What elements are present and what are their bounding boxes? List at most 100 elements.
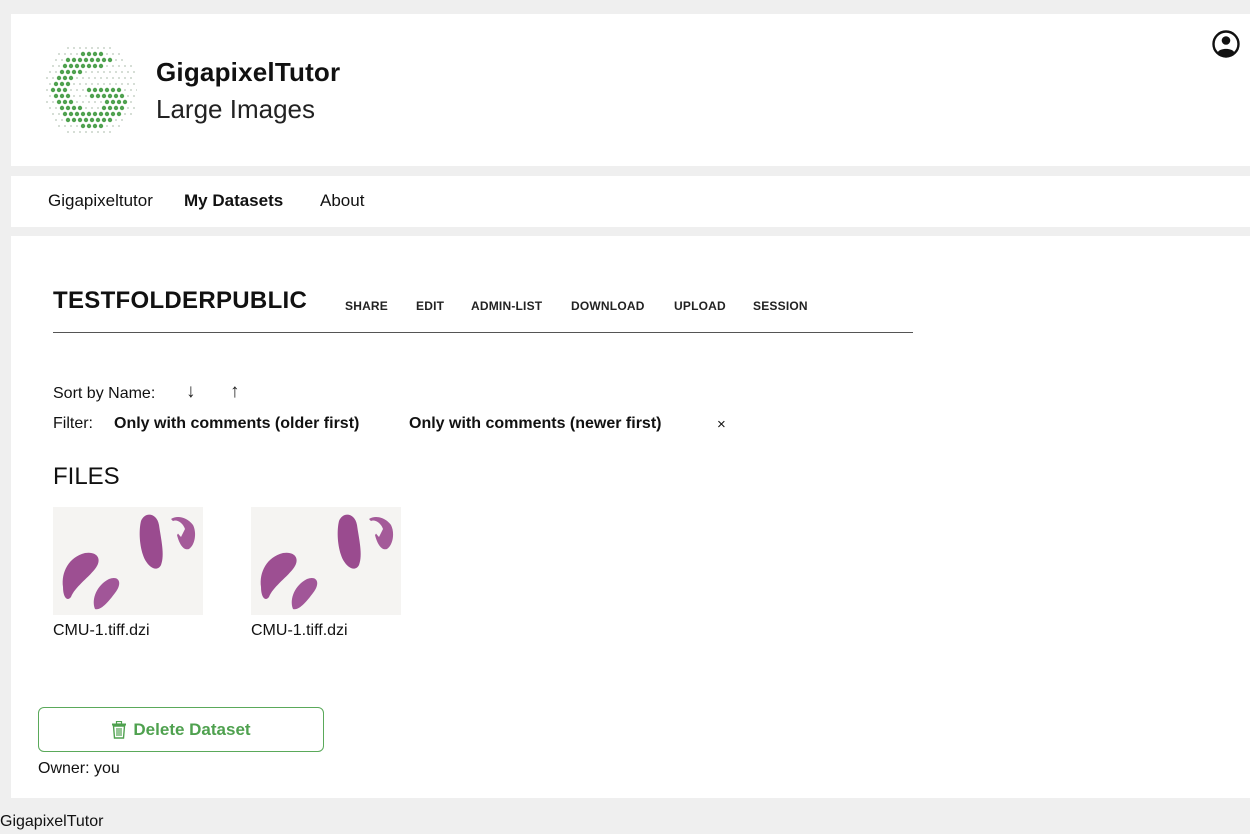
brand-subtitle: Large Images (156, 94, 315, 124)
file-name[interactable]: CMU-1.tiff.dzi (53, 622, 150, 640)
gigapixel-logo-icon (46, 47, 137, 133)
logo-dot (83, 117, 89, 123)
site-header: GigapixelTutor Large Images (11, 14, 1250, 166)
logo-dot (73, 83, 75, 85)
logo-dot (118, 53, 120, 55)
logo-dot (124, 65, 126, 67)
logo-dot (121, 59, 123, 61)
logo-dot (80, 51, 86, 57)
logo-dot (91, 107, 93, 109)
logo-dot (65, 105, 71, 111)
logo-dot (88, 77, 90, 79)
logo-dot (74, 63, 80, 69)
clear-filter-icon[interactable]: × (717, 416, 726, 433)
logo-dot (62, 63, 68, 69)
logo-dot (103, 47, 105, 49)
logo-dot (133, 71, 135, 73)
logo-dot (110, 111, 116, 117)
main-nav: Gigapixeltutor My Datasets About (11, 176, 1250, 227)
logo-dot (121, 71, 123, 73)
filter-older-first[interactable]: Only with comments (older first) (114, 415, 359, 433)
logo-dot (107, 93, 113, 99)
logo-dot (76, 125, 78, 127)
logo-dot (71, 69, 77, 75)
filter-newer-first[interactable]: Only with comments (newer first) (409, 415, 661, 433)
logo-dot (56, 75, 62, 81)
filter-label: Filter: (53, 415, 93, 432)
nav-item-about[interactable]: About (320, 191, 364, 211)
logo-dot (98, 111, 104, 117)
logo-dot (107, 57, 113, 63)
account-circle-icon[interactable] (1211, 29, 1241, 59)
share-action[interactable]: SHARE (345, 299, 388, 313)
logo-dot (71, 117, 77, 123)
logo-dot (70, 125, 72, 127)
logo-dot (76, 101, 78, 103)
logo-dot (97, 131, 99, 133)
logo-dot (71, 105, 77, 111)
logo-dot (104, 99, 110, 105)
logo-dot (91, 131, 93, 133)
logo-dot (82, 77, 84, 79)
logo-dot (89, 93, 95, 99)
admin-list-action[interactable]: ADMIN-LIST (471, 299, 542, 313)
logo-dot (53, 93, 59, 99)
logo-dot (67, 131, 69, 133)
logo-dot (85, 83, 87, 85)
nav-item-my-datasets[interactable]: My Datasets (184, 191, 283, 211)
logo-dot (112, 65, 114, 67)
session-action[interactable]: SESSION (753, 299, 808, 313)
logo-dot (121, 83, 123, 85)
brand-title: GigapixelTutor (156, 57, 341, 87)
logo-dot (58, 113, 60, 115)
logo-dot (68, 111, 74, 117)
logo-dot (98, 123, 104, 129)
logo-dot (100, 101, 102, 103)
logo-dot (107, 117, 113, 123)
logo-dot (64, 125, 66, 127)
logo-dot (52, 113, 54, 115)
logo-dot (112, 77, 114, 79)
owner-label: Owner: you (38, 760, 120, 777)
logo-dot (76, 89, 78, 91)
sort-ascending-icon[interactable]: ↑ (230, 381, 240, 403)
file-thumbnail[interactable] (251, 507, 401, 615)
logo-dot (92, 51, 98, 57)
logo-dot (49, 95, 51, 97)
logo-dot (85, 131, 87, 133)
file-thumbnail[interactable] (53, 507, 203, 615)
logo-dot (127, 83, 129, 85)
logo-dot (98, 87, 104, 93)
logo-dot (55, 107, 57, 109)
delete-dataset-label: Delete Dataset (133, 719, 251, 739)
logo-dot (91, 71, 93, 73)
logo-dot (124, 77, 126, 79)
upload-action[interactable]: UPLOAD (674, 299, 726, 313)
logo-dot (73, 131, 75, 133)
logo-dot (106, 65, 108, 67)
edit-action[interactable]: EDIT (416, 299, 444, 313)
file-name[interactable]: CMU-1.tiff.dzi (251, 622, 348, 640)
delete-dataset-button[interactable]: Delete Dataset (38, 707, 324, 752)
logo-dot (119, 93, 125, 99)
logo-dot (68, 75, 74, 81)
logo-dot (79, 47, 81, 49)
logo-dot (50, 87, 56, 93)
logo-dot (104, 111, 110, 117)
logo-dot (104, 87, 110, 93)
sort-descending-icon[interactable]: ↓ (186, 381, 196, 403)
nav-item-gigapixeltutor[interactable]: Gigapixeltutor (48, 191, 153, 211)
logo-dot (95, 117, 101, 123)
logo-dot (100, 77, 102, 79)
dataset-title: TESTFOLDERPUBLIC (53, 287, 308, 314)
logo-dot (133, 95, 135, 97)
logo-dot (79, 95, 81, 97)
logo-dot (59, 81, 65, 87)
logo-dot (94, 77, 96, 79)
dataset-panel: TESTFOLDERPUBLIC SHARE EDIT ADMIN-LIST D… (11, 236, 1250, 798)
logo-dot (68, 99, 74, 105)
logo-dot (95, 57, 101, 63)
logo-dot (56, 87, 62, 93)
logo-dot (92, 123, 98, 129)
download-action[interactable]: DOWNLOAD (571, 299, 645, 313)
